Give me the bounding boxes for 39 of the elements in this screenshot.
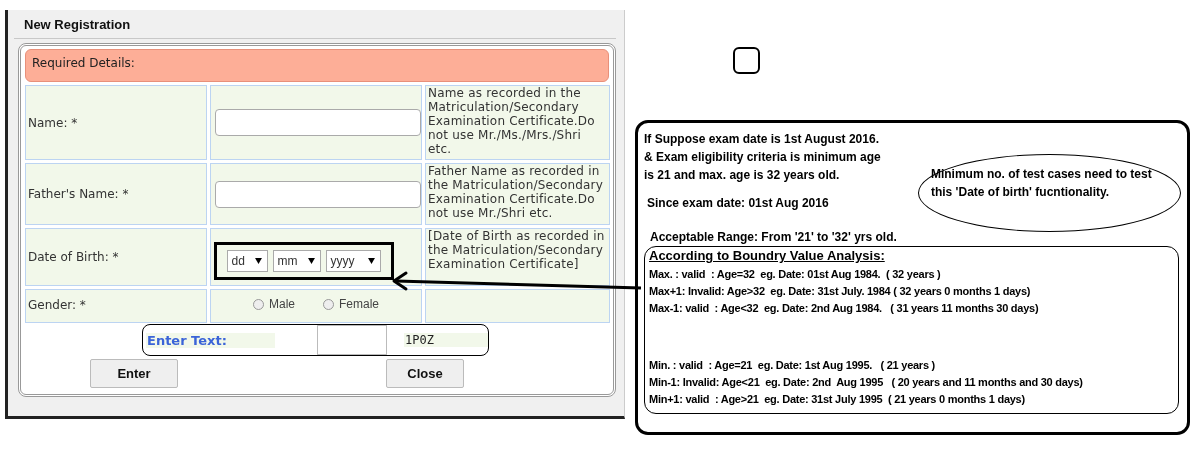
annotation-text: Since exam date: 01st Aug 2016 (646, 195, 830, 212)
window-title: New Registration (14, 10, 616, 39)
captcha-label: Enter Text: (146, 332, 275, 348)
field-label: Date of Birth: * (25, 228, 207, 286)
text-input[interactable] (214, 180, 421, 208)
analysis-line: Max+1: Invalid: Age>32 eg. Date: 31st July. 1984 ( 32 years 0 months 1 days) (649, 284, 1032, 299)
text-input[interactable] (214, 109, 421, 136)
analysis-title: According to Boundry Value Analysis: (649, 247, 886, 264)
dropdown[interactable]: dd (226, 250, 268, 272)
annotation-text: is 21 and max. age is 32 years old. (644, 167, 841, 184)
caret-icon (254, 258, 262, 264)
hint-text: Father Name as recorded in the Matriculation/Secondary Examination Certificate.Do not use Mr./Shri etc. (428, 164, 605, 220)
dropdown[interactable]: yyyy (325, 250, 381, 272)
analysis-line: Max. : valid : Age=32 eg. Date: 01st Aug 1984. ( 32 years ) (649, 267, 942, 282)
radio-option[interactable]: Male (253, 297, 295, 311)
rounded-square (733, 47, 760, 74)
radio-option[interactable]: Female (323, 297, 379, 311)
analysis-line: Min+1: valid : Age>21 eg. Date: 31st July 1995 ( 21 years 0 months 1 days) (649, 392, 1026, 407)
dropdown[interactable]: mm (272, 250, 321, 272)
analysis-line: Min. : valid : Age=21 eg. Date: 1st Aug 1995. ( 21 years ) (649, 358, 936, 373)
annotation-text: Acceptable Range: From '21' to '32' yrs old. (649, 229, 898, 245)
hint-text: Name as recorded in the Matriculation/Secondary Examination Certificate.Do not use Mr./Ms./Mrs./Shri etc. (428, 86, 596, 156)
annotation-text: & Exam eligibility criteria is minimum age (644, 149, 882, 166)
field-label: Father's Name: * (25, 163, 207, 225)
captcha-input[interactable] (317, 325, 387, 355)
section-header: Required Details: (25, 49, 609, 82)
captcha-code: 1P0Z (404, 333, 488, 347)
annotation-text: If Suppose exam date is 1st August 2016. (644, 131, 880, 148)
analysis-line: Min-1: Invalid: Age<21 eg. Date: 2nd Aug 1995 ( 20 years and 11 months and 30 days) (649, 375, 1084, 390)
radio-button[interactable] (253, 298, 264, 310)
enter-button[interactable]: Enter (90, 359, 178, 388)
close-button[interactable]: Close (386, 359, 464, 388)
hint-text: [Date of Birth as recorded in the Matriculation/Secondary Examination Certificate] (428, 229, 606, 271)
analysis-line: Max-1: valid : Age<32 eg. Date: 2nd Aug 1984. ( 31 years 11 months 30 days) (649, 301, 1040, 316)
caret-icon (367, 258, 375, 264)
caret-icon (307, 258, 315, 264)
field-label: Gender: * (25, 289, 207, 323)
field-label: Name: * (25, 85, 207, 160)
radio-button[interactable] (323, 298, 334, 310)
